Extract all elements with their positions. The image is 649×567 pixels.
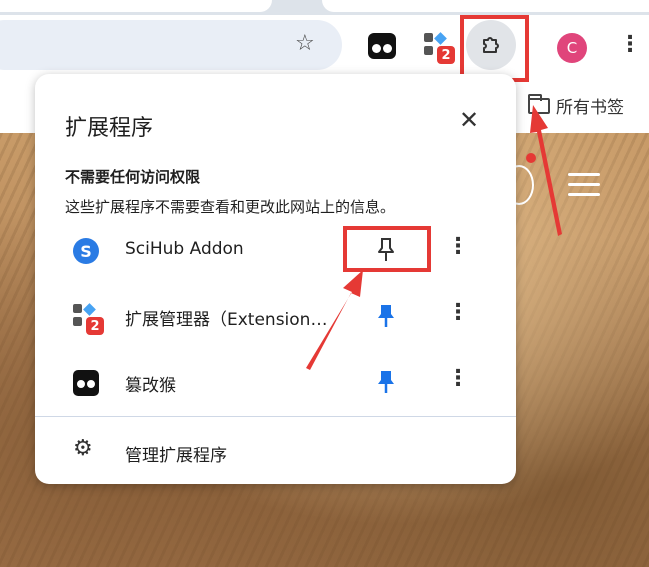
pin-filled-icon[interactable] [375, 302, 397, 330]
avatar[interactable]: C [557, 33, 587, 63]
page-menu-icon[interactable] [568, 173, 600, 203]
section-title: 不需要任何访问权限 [65, 168, 201, 186]
extension-badge: 2 [437, 46, 455, 64]
divider [35, 416, 516, 417]
extension-more-icon[interactable]: ⋮ [447, 302, 469, 324]
extension-manager-icon: 2 [73, 303, 104, 335]
extension-row-tampermonkey[interactable]: 篡改猴 ⋮ [35, 356, 516, 410]
all-bookmarks-label: 所有书签 [556, 98, 624, 118]
highlight-box-extensions [460, 15, 529, 82]
extensions-popup: 扩展程序 ✕ 不需要任何访问权限 这些扩展程序不需要查看和更改此网站上的信息。 … [35, 74, 516, 484]
tampermonkey-toolbar-icon[interactable] [368, 33, 396, 59]
highlight-box-pin [343, 226, 431, 272]
section-description: 这些扩展程序不需要查看和更改此网站上的信息。 [65, 198, 396, 216]
extension-manager-toolbar-icon[interactable]: 2 [424, 32, 455, 64]
extension-badge: 2 [86, 317, 104, 335]
address-bar[interactable] [0, 20, 342, 70]
folder-icon [528, 93, 550, 114]
active-tab-edge [0, 0, 272, 12]
bookmark-star-icon[interactable]: ☆ [295, 33, 315, 55]
extension-label: SciHub Addon [125, 239, 244, 259]
close-icon[interactable]: ✕ [459, 108, 479, 132]
all-bookmarks-button[interactable]: 所有书签 [528, 93, 624, 118]
extension-more-icon[interactable]: ⋮ [447, 236, 469, 258]
pin-filled-icon[interactable] [375, 368, 397, 396]
manage-extensions-button[interactable]: ⚙ 管理扩展程序 [35, 430, 516, 474]
scihub-icon: S [73, 238, 99, 264]
tab-edge [322, 0, 649, 12]
extension-more-icon[interactable]: ⋮ [447, 368, 469, 390]
extension-row-manager[interactable]: 2 扩展管理器（Extension… ⋮ [35, 290, 516, 344]
browser-menu-icon[interactable]: ⋮ [619, 34, 641, 56]
extension-label: 篡改猴 [125, 376, 176, 396]
extension-row-scihub[interactable]: S SciHub Addon ⋮ [35, 224, 516, 278]
extension-label: 扩展管理器（Extension… [125, 310, 328, 330]
gear-icon: ⚙ [73, 436, 93, 461]
popup-title: 扩展程序 [65, 116, 154, 141]
manage-extensions-label: 管理扩展程序 [125, 446, 227, 466]
tampermonkey-icon [73, 370, 99, 396]
